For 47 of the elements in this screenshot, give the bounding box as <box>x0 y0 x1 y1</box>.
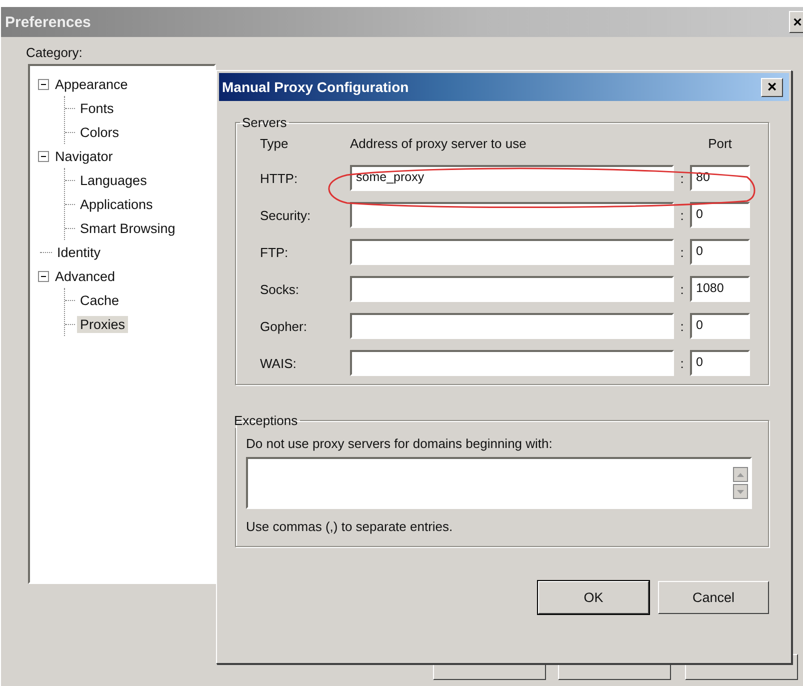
collapse-icon[interactable] <box>38 270 49 282</box>
address-field[interactable] <box>350 313 674 339</box>
address-field[interactable] <box>350 239 674 265</box>
tree-item[interactable]: Applications <box>77 196 156 212</box>
column-header: Type <box>260 136 290 153</box>
port-field[interactable]: 0 <box>690 239 750 265</box>
tree-item[interactable]: Languages <box>77 172 150 188</box>
field-label: HTTP: <box>260 170 299 186</box>
tree-item[interactable]: Identity <box>54 244 104 260</box>
tree-item[interactable]: Proxies <box>77 316 128 332</box>
hint-text: Use commas (,) to separate entries. <box>246 519 454 534</box>
tree-item[interactable]: Cache <box>77 292 122 308</box>
window-title: Preferences <box>5 14 91 30</box>
collapse-icon[interactable] <box>38 150 49 162</box>
tree-item[interactable]: Fonts <box>77 100 117 116</box>
separator: : <box>679 356 685 370</box>
dialog-title: Manual Proxy Configuration <box>222 79 409 95</box>
address-field[interactable] <box>350 276 674 302</box>
close-button[interactable]: × <box>789 11 803 33</box>
group-title: Servers <box>241 115 288 130</box>
field-label: Gopher: <box>260 318 308 334</box>
tree-item[interactable]: Appearance <box>52 76 131 92</box>
port-field[interactable]: 1080 <box>690 276 750 302</box>
category-label: Category: <box>26 45 84 60</box>
dialog-button[interactable]: OK <box>538 581 649 614</box>
separator: : <box>679 282 685 296</box>
tree-item[interactable]: Smart Browsing <box>77 220 178 236</box>
field-label: Socks: <box>260 282 300 296</box>
separator: : <box>679 318 685 334</box>
tree-item[interactable]: Navigator <box>52 148 116 164</box>
field-label: FTP: <box>260 244 290 260</box>
port-field[interactable]: 0 <box>690 313 750 339</box>
field-label: WAIS: <box>260 356 298 370</box>
dialog-button[interactable]: Cancel <box>658 581 769 614</box>
collapse-icon[interactable] <box>38 78 49 90</box>
port-field[interactable]: 0 <box>690 350 750 376</box>
tree-item[interactable]: Advanced <box>52 268 118 284</box>
field-label: Security: <box>260 208 312 222</box>
column-header: Address of proxy server to use <box>350 136 528 153</box>
close-button[interactable]: × <box>761 78 783 96</box>
separator: : <box>679 208 685 222</box>
separator: : <box>679 244 685 260</box>
tree-item[interactable]: Colors <box>77 124 122 140</box>
column-header: Port <box>707 136 733 153</box>
address-field[interactable] <box>350 350 674 376</box>
field-label: Do not use proxy servers for domains beginning with: <box>246 436 554 451</box>
group-title: Exceptions <box>233 413 299 428</box>
